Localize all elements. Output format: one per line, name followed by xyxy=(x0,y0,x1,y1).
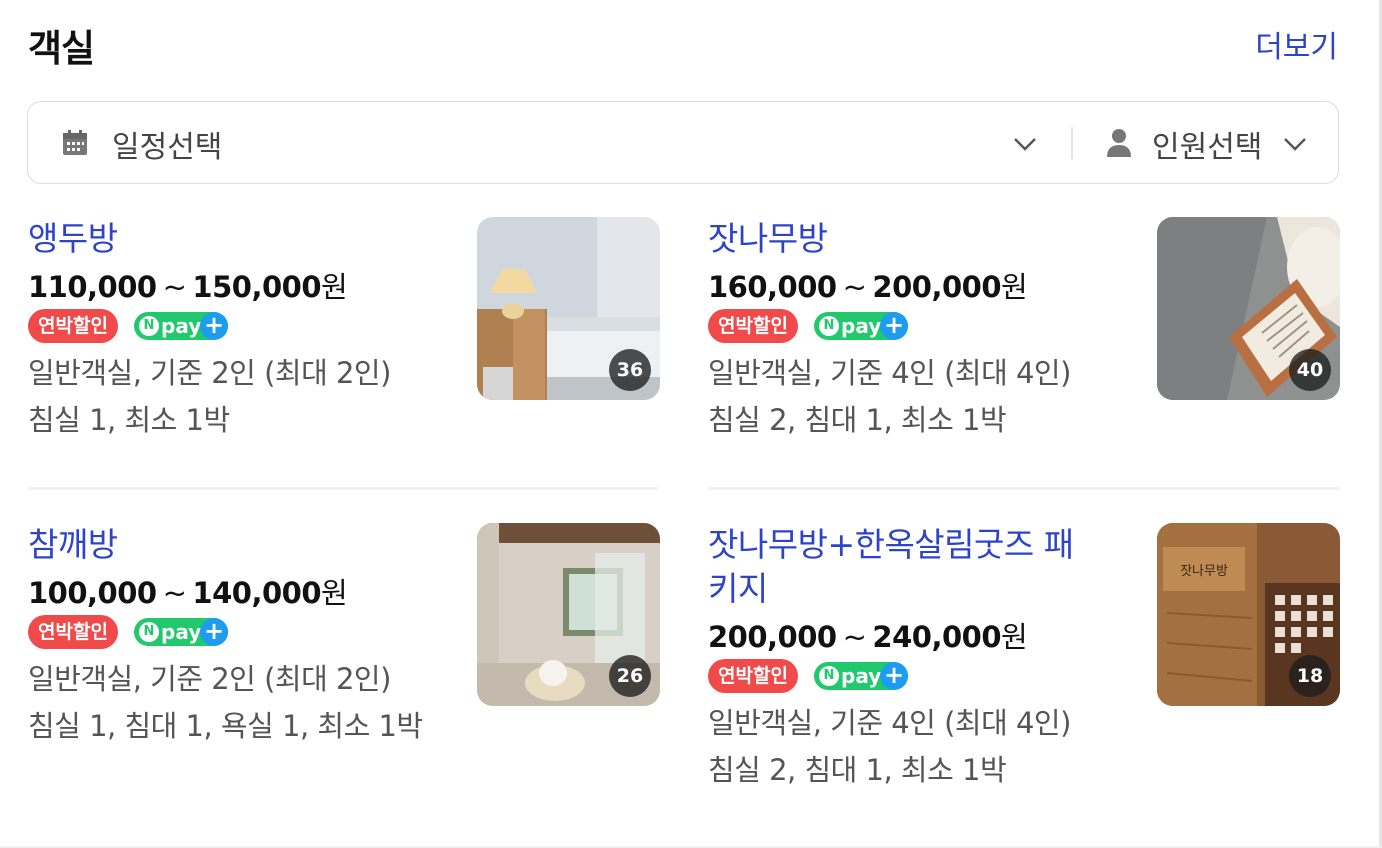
room-rule: 침실 1, 침대 1, 욕실 1, 최소 1박 xyxy=(28,709,423,743)
photo-count-badge: 26 xyxy=(609,655,651,697)
photo-count-badge: 18 xyxy=(1289,655,1331,697)
npay-badge-text: pay xyxy=(841,664,882,688)
photo-count-badge: 40 xyxy=(1289,349,1331,391)
person-select-label: 인원선택 xyxy=(1152,130,1263,165)
plus-icon: + xyxy=(880,312,908,340)
plus-icon: + xyxy=(880,662,908,690)
discount-badge: 연박할인 xyxy=(708,309,798,343)
date-select[interactable]: 일정선택 xyxy=(28,102,1074,183)
price-currency: 원 xyxy=(321,576,348,610)
calendar-icon xyxy=(63,130,87,155)
filter-divider xyxy=(1071,127,1073,159)
price-separator: ~ xyxy=(842,620,867,654)
npay-badge: N pay + xyxy=(134,618,228,646)
price-from: 160,000 xyxy=(708,270,837,304)
row-divider xyxy=(28,487,658,490)
room-rule: 침실 2, 침대 1, 최소 1박 xyxy=(708,753,1007,787)
npay-logo: N xyxy=(139,622,159,642)
price-from: 200,000 xyxy=(708,620,837,654)
filter-bar: 일정선택 인원선택 xyxy=(27,101,1339,184)
price-to: 150,000 xyxy=(192,270,321,304)
discount-badge: 연박할인 xyxy=(708,659,798,693)
more-link[interactable]: 더보기 xyxy=(1255,22,1338,66)
price-currency: 원 xyxy=(321,270,348,304)
plus-icon: + xyxy=(200,618,228,646)
price-separator: ~ xyxy=(842,270,867,304)
room-thumbnail[interactable]: 26 xyxy=(477,523,660,706)
npay-badge-text: pay xyxy=(841,314,882,338)
person-select[interactable]: 인원선택 xyxy=(1088,102,1338,183)
date-select-label: 일정선택 xyxy=(112,130,223,165)
photo-count-badge: 36 xyxy=(609,349,651,391)
room-thumbnail[interactable]: 잣나무방 18 xyxy=(1157,523,1340,706)
price-separator: ~ xyxy=(162,270,187,304)
plus-icon: + xyxy=(200,312,228,340)
room-card[interactable]: 잣나무방+한옥살림굿즈 패키지 200,000 ~240,000원 연박할인 N … xyxy=(708,523,1340,823)
room-thumbnail[interactable]: 40 xyxy=(1157,217,1340,400)
person-icon xyxy=(1107,129,1131,157)
price-currency: 원 xyxy=(1001,270,1028,304)
chevron-down-icon xyxy=(1014,138,1036,151)
room-rule: 침실 2, 침대 1, 최소 1박 xyxy=(708,403,1007,437)
price-to: 240,000 xyxy=(872,620,1001,654)
row-divider xyxy=(708,487,1340,490)
price-from: 110,000 xyxy=(28,270,157,304)
npay-badge: N pay + xyxy=(814,312,908,340)
room-card[interactable]: 잣나무방 160,000 ~200,000원 연박할인 N pay + 일반객실,… xyxy=(708,217,1340,477)
room-info: 일반객실, 기준 4인 (최대 4인) xyxy=(708,706,1071,740)
photo-sign-text: 잣나무방 xyxy=(1180,564,1228,579)
npay-badge-text: pay xyxy=(161,620,202,644)
price-separator: ~ xyxy=(162,576,187,610)
npay-badge: N pay + xyxy=(814,662,908,690)
price-currency: 원 xyxy=(1001,620,1028,654)
room-thumbnail[interactable]: 36 xyxy=(477,217,660,400)
npay-logo: N xyxy=(819,316,839,336)
discount-badge: 연박할인 xyxy=(28,309,118,343)
price-to: 200,000 xyxy=(872,270,1001,304)
discount-badge: 연박할인 xyxy=(28,615,118,649)
price-from: 100,000 xyxy=(28,576,157,610)
section-title: 객실 xyxy=(28,27,95,70)
room-card[interactable]: 앵두방 110,000 ~150,000원 연박할인 N pay + 일반객실, … xyxy=(28,217,660,477)
npay-logo: N xyxy=(819,666,839,686)
room-section: 객실 더보기 일정선택 인원선택 앵두방 110,000 ~ 150,000원 … xyxy=(0,0,1382,848)
price-to: 140,000 xyxy=(192,576,321,610)
room-rule: 침실 1, 최소 1박 xyxy=(28,403,230,437)
room-card[interactable]: 참깨방 100,000 ~140,000원 연박할인 N pay + 일반객실, … xyxy=(28,523,660,823)
npay-badge: N pay + xyxy=(134,312,228,340)
chevron-down-icon xyxy=(1284,138,1306,151)
room-name[interactable]: 잣나무방+한옥살림굿즈 패키지 xyxy=(708,523,1098,611)
npay-logo: N xyxy=(139,316,159,336)
npay-badge-text: pay xyxy=(161,314,202,338)
